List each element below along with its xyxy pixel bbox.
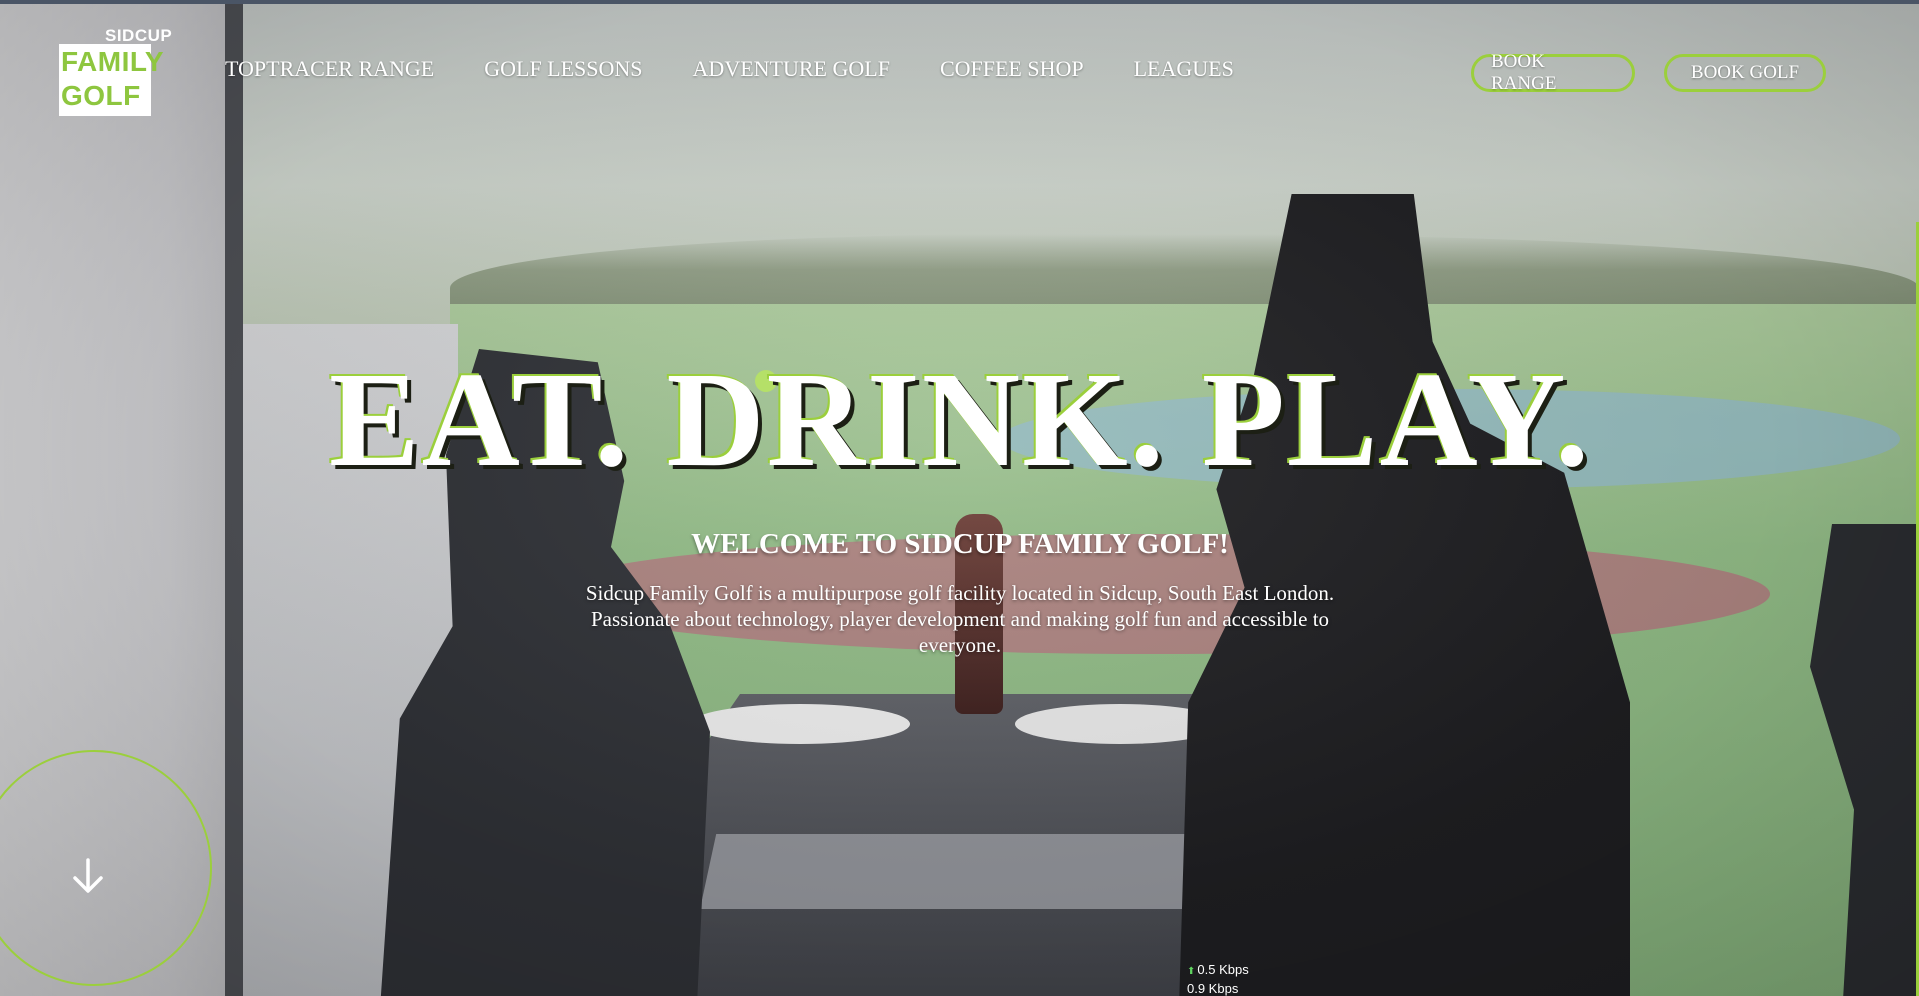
page: SIDCUP FAMILY GOLF TOPTRACER RANGE GOLF … [0, 0, 1919, 996]
upload-arrow-icon: ⬆ [1187, 966, 1196, 977]
nav-golf-lessons[interactable]: GOLF LESSONS [484, 56, 642, 82]
logo-sidcup-text: SIDCUP [105, 26, 173, 45]
main-nav: TOPTRACER RANGE GOLF LESSONS ADVENTURE G… [225, 56, 1284, 82]
hero-subtitle: WELCOME TO SIDCUP FAMILY GOLF! [691, 528, 1229, 560]
nav-toptracer-range[interactable]: TOPTRACER RANGE [225, 56, 434, 82]
book-golf-button[interactable]: BOOK GOLF [1664, 54, 1826, 92]
site-header: SIDCUP FAMILY GOLF TOPTRACER RANGE GOLF … [0, 4, 1919, 134]
arrow-down-icon[interactable] [68, 856, 108, 896]
nav-adventure-golf[interactable]: ADVENTURE GOLF [693, 56, 890, 82]
nav-leagues[interactable]: LEAGUES [1134, 56, 1234, 82]
upload-speed: 0.5 Kbps [1197, 962, 1249, 977]
download-speed: 0.9 Kbps [1187, 981, 1239, 996]
network-speed-indicator: ⬆ 0.5 Kbps 0.9 Kbps [1187, 961, 1249, 996]
nav-coffee-shop[interactable]: COFFEE SHOP [940, 56, 1084, 82]
logo-golf-text: GOLF [61, 80, 141, 111]
logo-family-text: FAMILY [61, 46, 165, 77]
site-logo[interactable]: SIDCUP FAMILY GOLF [59, 24, 184, 120]
book-range-button[interactable]: BOOK RANGE [1471, 51, 1635, 94]
hero-title: EAT. DRINK. PLAY. [328, 345, 1592, 495]
hero-background-image [0, 4, 1919, 996]
hero-description: Sidcup Family Golf is a multipurpose gol… [585, 581, 1335, 657]
